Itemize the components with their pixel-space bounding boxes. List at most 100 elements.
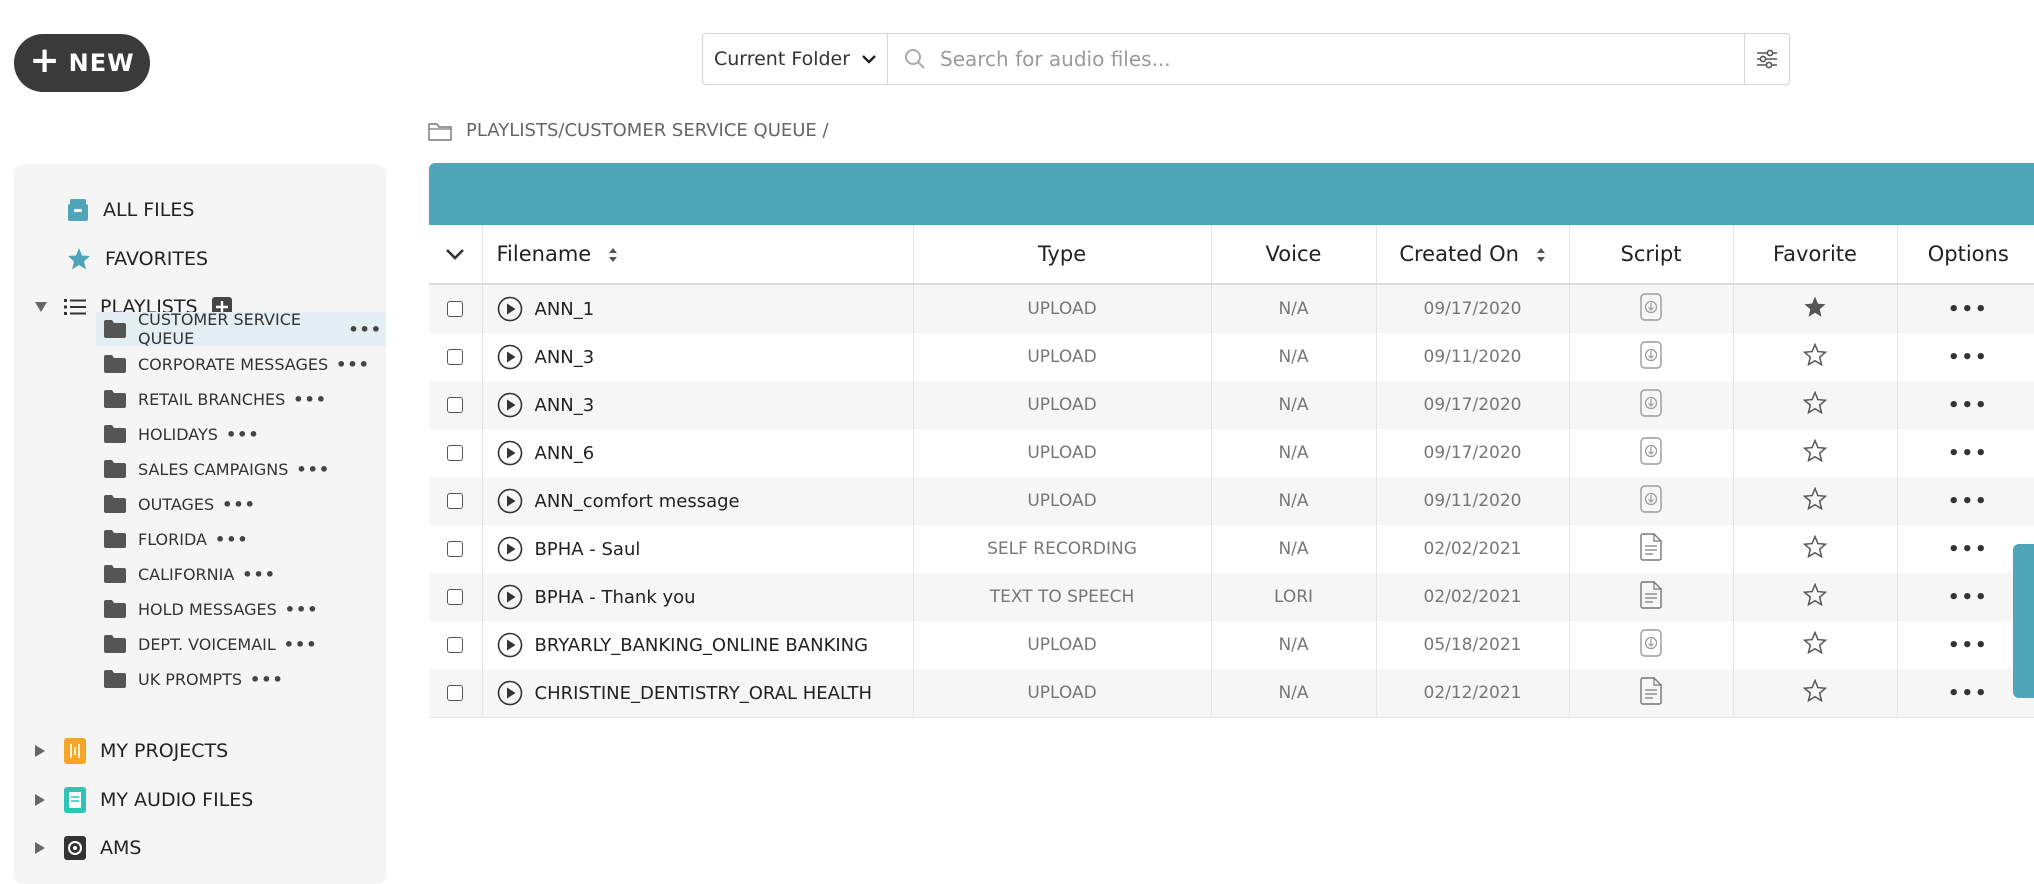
row-checkbox[interactable]: [447, 589, 464, 605]
more-options-icon[interactable]: •••: [242, 565, 276, 584]
download-file-icon[interactable]: [1640, 340, 1662, 369]
filename-text[interactable]: BPHA - Saul: [535, 539, 641, 560]
play-icon[interactable]: [497, 296, 523, 322]
caret-down-icon[interactable]: [34, 301, 50, 313]
more-options-icon[interactable]: •••: [1948, 635, 1989, 656]
playlist-item[interactable]: HOLD MESSAGES •••: [96, 592, 318, 626]
breadcrumb-path[interactable]: PLAYLISTS/CUSTOMER SERVICE QUEUE /: [466, 120, 829, 141]
sort-icon[interactable]: [1536, 246, 1546, 264]
play-icon[interactable]: [497, 392, 523, 418]
chevron-down-icon[interactable]: [445, 247, 465, 261]
table-row[interactable]: CHRISTINE_DENTISTRY_ORAL HEALTH UPLOAD N/A…: [429, 669, 2034, 718]
play-icon[interactable]: [497, 488, 523, 514]
table-row[interactable]: ANN_1 UPLOAD N/A 09/17/2020 •••: [429, 284, 2034, 333]
column-header-filename[interactable]: Filename: [482, 225, 914, 285]
more-options-icon[interactable]: •••: [1948, 347, 1989, 368]
table-row[interactable]: ANN_6 UPLOAD N/A 09/17/2020 •••: [429, 429, 2034, 477]
table-row[interactable]: ANN_3 UPLOAD N/A 09/11/2020 •••: [429, 333, 2034, 381]
more-options-icon[interactable]: •••: [348, 320, 382, 339]
playlist-item[interactable]: FLORIDA •••: [96, 522, 249, 556]
playlist-item[interactable]: SALES CAMPAIGNS •••: [96, 452, 330, 486]
feedback-side-tab[interactable]: [2013, 544, 2034, 698]
download-file-icon[interactable]: [1640, 436, 1662, 465]
table-row[interactable]: ANN_comfort message UPLOAD N/A 09/11/2020 ••…: [429, 477, 2034, 525]
more-options-icon[interactable]: •••: [1948, 683, 1989, 704]
sidebar-item-my-audio-files[interactable]: MY AUDIO FILES: [34, 787, 253, 813]
filename-text[interactable]: BRYARLY_BANKING_ONLINE BANKING: [535, 635, 869, 656]
row-checkbox[interactable]: [447, 445, 464, 461]
select-all-toggle[interactable]: [429, 225, 483, 285]
more-options-icon[interactable]: •••: [1948, 587, 1989, 608]
filename-text[interactable]: ANN_6: [535, 443, 595, 464]
star-filled-icon[interactable]: [1803, 295, 1827, 319]
more-options-icon[interactable]: •••: [222, 495, 256, 514]
more-options-icon[interactable]: •••: [215, 530, 249, 549]
more-options-icon[interactable]: •••: [250, 670, 284, 689]
play-icon[interactable]: [497, 680, 523, 706]
row-checkbox[interactable]: [447, 685, 464, 701]
more-options-icon[interactable]: •••: [226, 425, 260, 444]
column-header-created-on[interactable]: Created On: [1376, 225, 1570, 285]
playlist-item[interactable]: CUSTOMER SERVICE QUEUE •••: [96, 310, 386, 348]
star-outline-icon[interactable]: [1803, 630, 1827, 655]
table-row[interactable]: BRYARLY_BANKING_ONLINE BANKING UPLOAD N/A 0…: [429, 621, 2034, 669]
search-scope-dropdown[interactable]: Current Folder: [703, 34, 888, 84]
row-checkbox[interactable]: [447, 397, 464, 413]
playlist-item[interactable]: DEPT. VOICEMAIL •••: [96, 627, 317, 661]
document-icon[interactable]: [1640, 676, 1662, 705]
more-options-icon[interactable]: •••: [1948, 395, 1989, 416]
filename-text[interactable]: ANN_3: [535, 347, 595, 368]
more-options-icon[interactable]: •••: [296, 460, 330, 479]
more-options-icon[interactable]: •••: [284, 635, 318, 654]
row-checkbox[interactable]: [447, 349, 464, 365]
more-options-icon[interactable]: •••: [1948, 491, 1989, 512]
download-file-icon[interactable]: [1640, 388, 1662, 417]
new-button[interactable]: + NEW: [14, 34, 150, 92]
filename-text[interactable]: ANN_3: [535, 395, 595, 416]
sidebar-item-favorites[interactable]: FAVORITES: [67, 247, 208, 271]
playlist-item[interactable]: OUTAGES •••: [96, 487, 256, 521]
document-icon[interactable]: [1640, 532, 1662, 561]
more-options-icon[interactable]: •••: [293, 390, 327, 409]
playlist-item[interactable]: HOLIDAYS •••: [96, 417, 260, 451]
more-options-icon[interactable]: •••: [1948, 539, 1989, 560]
star-outline-icon[interactable]: [1803, 342, 1827, 367]
playlist-item[interactable]: UK PROMPTS •••: [96, 662, 284, 696]
row-checkbox[interactable]: [447, 541, 464, 557]
filename-text[interactable]: ANN_1: [535, 299, 595, 320]
star-outline-icon[interactable]: [1803, 486, 1827, 511]
star-outline-icon[interactable]: [1803, 582, 1827, 607]
table-row[interactable]: BPHA - Saul SELF RECORDING N/A 02/02/2021 ••…: [429, 525, 2034, 573]
star-outline-icon[interactable]: [1803, 534, 1827, 559]
caret-right-icon[interactable]: [34, 841, 50, 855]
caret-right-icon[interactable]: [34, 744, 50, 758]
sidebar-item-ams[interactable]: AMS: [34, 836, 141, 860]
sort-icon[interactable]: [608, 246, 618, 264]
filename-text[interactable]: BPHA - Thank you: [535, 587, 696, 608]
row-checkbox[interactable]: [447, 493, 464, 509]
play-icon[interactable]: [497, 344, 523, 370]
sidebar-item-my-projects[interactable]: MY PROJECTS: [34, 738, 228, 764]
more-options-icon[interactable]: •••: [285, 600, 319, 619]
download-file-icon[interactable]: [1640, 484, 1662, 513]
playlist-item[interactable]: CORPORATE MESSAGES •••: [96, 347, 370, 381]
caret-right-icon[interactable]: [34, 793, 50, 807]
star-outline-icon[interactable]: [1803, 678, 1827, 703]
filename-text[interactable]: ANN_comfort message: [535, 491, 740, 512]
document-icon[interactable]: [1640, 580, 1662, 609]
play-icon[interactable]: [497, 584, 523, 610]
playlist-item[interactable]: CALIFORNIA •••: [96, 557, 276, 591]
download-file-icon[interactable]: [1640, 628, 1662, 657]
more-options-icon[interactable]: •••: [336, 355, 370, 374]
play-icon[interactable]: [497, 440, 523, 466]
star-outline-icon[interactable]: [1803, 438, 1827, 463]
star-outline-icon[interactable]: [1803, 390, 1827, 415]
download-file-icon[interactable]: [1640, 292, 1662, 321]
search-input[interactable]: [938, 46, 1744, 72]
table-row[interactable]: ANN_3 UPLOAD N/A 09/17/2020 •••: [429, 381, 2034, 429]
row-checkbox[interactable]: [447, 637, 464, 653]
sidebar-item-all-files[interactable]: ALL FILES: [67, 198, 194, 222]
row-checkbox[interactable]: [447, 301, 464, 317]
playlist-item[interactable]: RETAIL BRANCHES •••: [96, 382, 327, 416]
filter-settings-button[interactable]: [1744, 34, 1789, 84]
